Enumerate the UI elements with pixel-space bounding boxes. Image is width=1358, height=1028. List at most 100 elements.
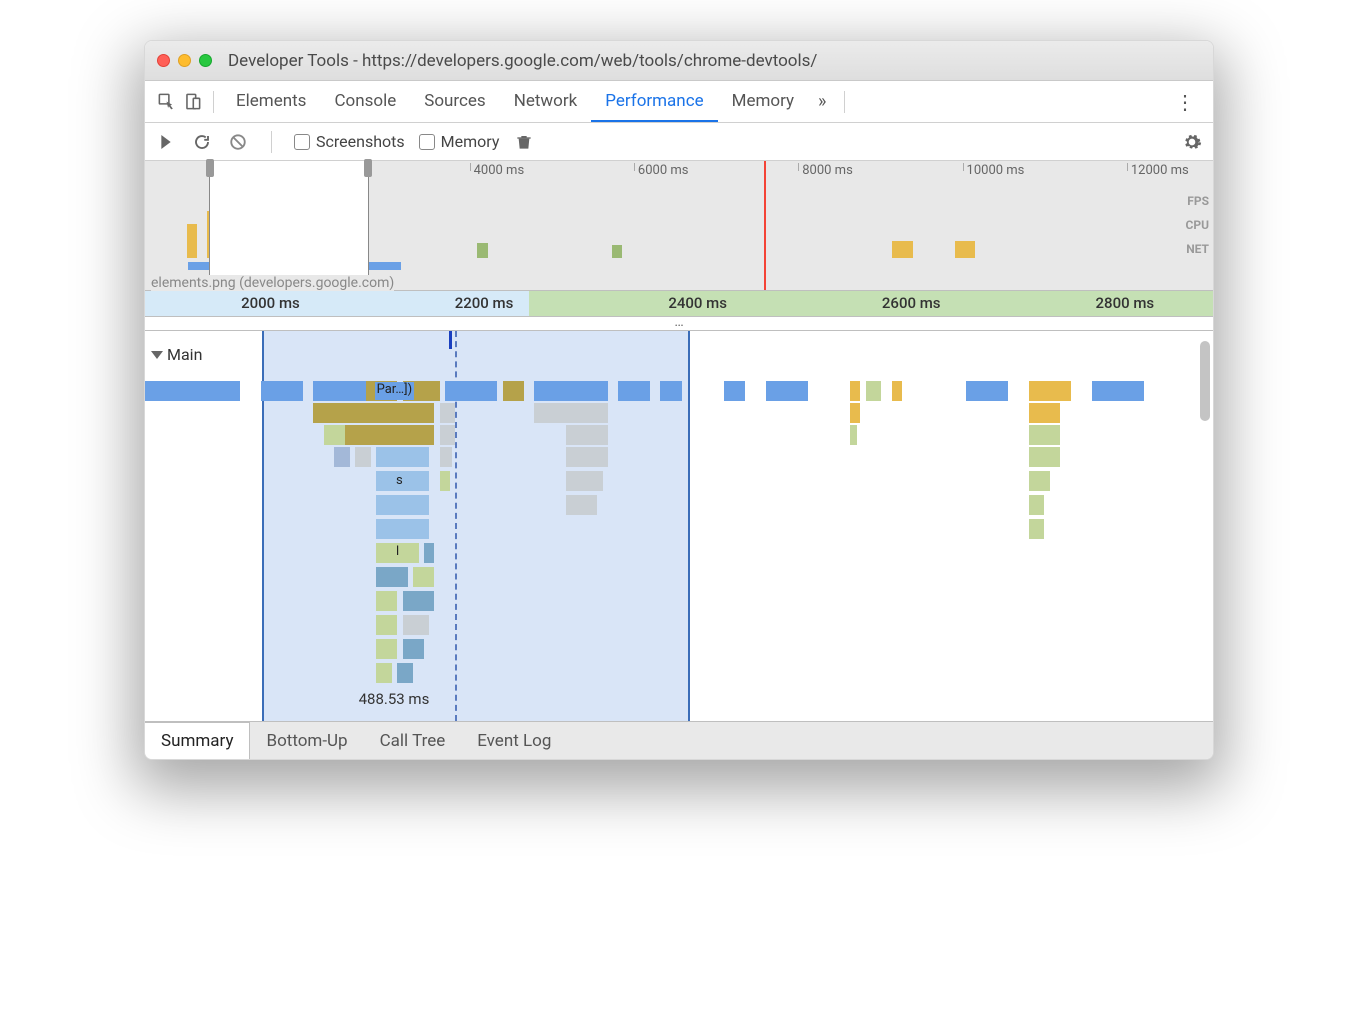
overview-load-marker [764, 161, 766, 290]
minimize-icon[interactable] [178, 54, 191, 67]
tab-console[interactable]: Console [320, 81, 410, 122]
flame-bar[interactable] [403, 615, 429, 635]
flame-bar[interactable] [566, 471, 603, 491]
scrollbar-thumb[interactable] [1200, 341, 1210, 421]
flame-bar[interactable] [566, 447, 608, 467]
flame-bar[interactable] [376, 567, 408, 587]
flame-bar[interactable] [403, 591, 435, 611]
flame-bar[interactable] [566, 425, 608, 445]
flame-bar[interactable] [1029, 425, 1050, 445]
flame-bar[interactable] [355, 447, 371, 467]
screenshots-checkbox-input[interactable] [294, 134, 310, 150]
flame-bar[interactable] [1050, 425, 1061, 445]
flame-bar[interactable] [850, 425, 857, 445]
record-icon[interactable] [155, 131, 177, 153]
zoom-icon[interactable] [199, 54, 212, 67]
flame-bar[interactable] [866, 381, 882, 401]
flame-bar[interactable] [345, 425, 371, 445]
detail-tab-bottom-up[interactable]: Bottom-Up [250, 722, 363, 759]
flame-bar[interactable] [766, 381, 808, 401]
memory-checkbox[interactable]: Memory [419, 132, 500, 151]
kebab-menu-icon[interactable]: ⋮ [1165, 90, 1205, 114]
clear-icon[interactable] [227, 131, 249, 153]
tab-memory[interactable]: Memory [718, 81, 808, 122]
screenshots-checkbox[interactable]: Screenshots [294, 132, 405, 151]
reload-icon[interactable] [191, 131, 213, 153]
flame-bar[interactable] [503, 381, 524, 401]
flame-bar[interactable] [892, 381, 903, 401]
overview-timeline[interactable]: 2000 ms4000 ms6000 ms8000 ms10000 ms1200… [145, 161, 1213, 291]
flame-bar[interactable] [1029, 403, 1061, 423]
flame-bar[interactable] [1092, 381, 1145, 401]
detail-ruler[interactable]: 2000 ms2200 ms2400 ms2600 ms2800 ms [145, 291, 1213, 317]
flame-bar[interactable] [1029, 447, 1050, 467]
flame-bar[interactable] [376, 519, 429, 539]
close-icon[interactable] [157, 54, 170, 67]
flame-bar[interactable] [403, 639, 424, 659]
trash-icon[interactable] [513, 131, 535, 153]
flame-bar[interactable] [1029, 381, 1050, 401]
flame-bar[interactable] [440, 447, 453, 467]
collapse-triangle-icon[interactable] [151, 351, 163, 359]
tab-network[interactable]: Network [500, 81, 592, 122]
overview-tick: 8000 ms [802, 163, 853, 178]
flame-bar[interactable] [724, 381, 745, 401]
flame-bar[interactable] [313, 403, 334, 423]
main-thread-label[interactable]: Main [151, 345, 202, 364]
flame-bar[interactable] [376, 591, 397, 611]
flame-bar[interactable] [618, 381, 650, 401]
overview-viewport[interactable] [209, 161, 369, 290]
flame-bar-label: s [396, 473, 403, 488]
flame-bar[interactable] [1029, 471, 1050, 491]
flame-bar[interactable] [261, 381, 303, 401]
flame-bar[interactable] [1050, 447, 1061, 467]
flame-bar[interactable] [534, 381, 608, 401]
flame-bar[interactable] [566, 495, 598, 515]
memory-checkbox-input[interactable] [419, 134, 435, 150]
flame-row [145, 567, 1197, 587]
overview-handle-left[interactable] [206, 159, 214, 177]
flame-bar[interactable] [371, 425, 434, 445]
overview-activity-bar [955, 241, 976, 258]
detail-tab-event-log[interactable]: Event Log [461, 722, 567, 759]
flame-bar[interactable] [376, 447, 429, 467]
flame-bar[interactable] [440, 403, 456, 423]
flame-bar[interactable] [850, 381, 861, 401]
flame-bar[interactable] [376, 615, 397, 635]
flame-bar[interactable] [313, 381, 366, 401]
flame-bar[interactable] [966, 381, 1008, 401]
tab-elements[interactable]: Elements [222, 81, 320, 122]
tab-performance[interactable]: Performance [591, 81, 717, 122]
flame-bar[interactable] [1029, 495, 1045, 515]
flame-bar[interactable] [334, 447, 350, 467]
flame-bar[interactable] [445, 381, 498, 401]
flame-bar[interactable] [376, 495, 429, 515]
overview-handle-right[interactable] [364, 159, 372, 177]
tab-sources[interactable]: Sources [410, 81, 499, 122]
performance-toolbar: Screenshots Memory [145, 123, 1213, 161]
flame-chart[interactable]: Main Par…])sl488.53 ms [145, 331, 1213, 721]
flame-bar[interactable] [534, 403, 566, 423]
settings-icon[interactable] [1181, 131, 1203, 153]
flame-bar[interactable] [1029, 519, 1045, 539]
more-panels-icon[interactable]: » [808, 91, 836, 112]
detail-tab-call-tree[interactable]: Call Tree [364, 722, 462, 759]
flame-bar[interactable] [413, 567, 434, 587]
flame-bar[interactable] [1050, 381, 1071, 401]
flame-bar[interactable] [397, 663, 413, 683]
flame-bar[interactable] [850, 403, 861, 423]
flame-bar[interactable] [566, 403, 608, 423]
device-toggle-icon[interactable] [179, 89, 205, 115]
detail-tab-summary[interactable]: Summary [145, 722, 250, 759]
flame-bar[interactable] [376, 663, 392, 683]
flame-bar[interactable] [424, 543, 435, 563]
inspect-icon[interactable] [153, 89, 179, 115]
flame-bar[interactable] [440, 471, 451, 491]
flame-bar[interactable] [660, 381, 681, 401]
flame-bar[interactable] [376, 639, 397, 659]
overview-activity-bar [892, 241, 913, 258]
flame-bar[interactable] [334, 403, 434, 423]
flame-bar[interactable] [145, 381, 240, 401]
flame-bar[interactable] [440, 425, 456, 445]
flame-bar[interactable] [324, 425, 345, 445]
